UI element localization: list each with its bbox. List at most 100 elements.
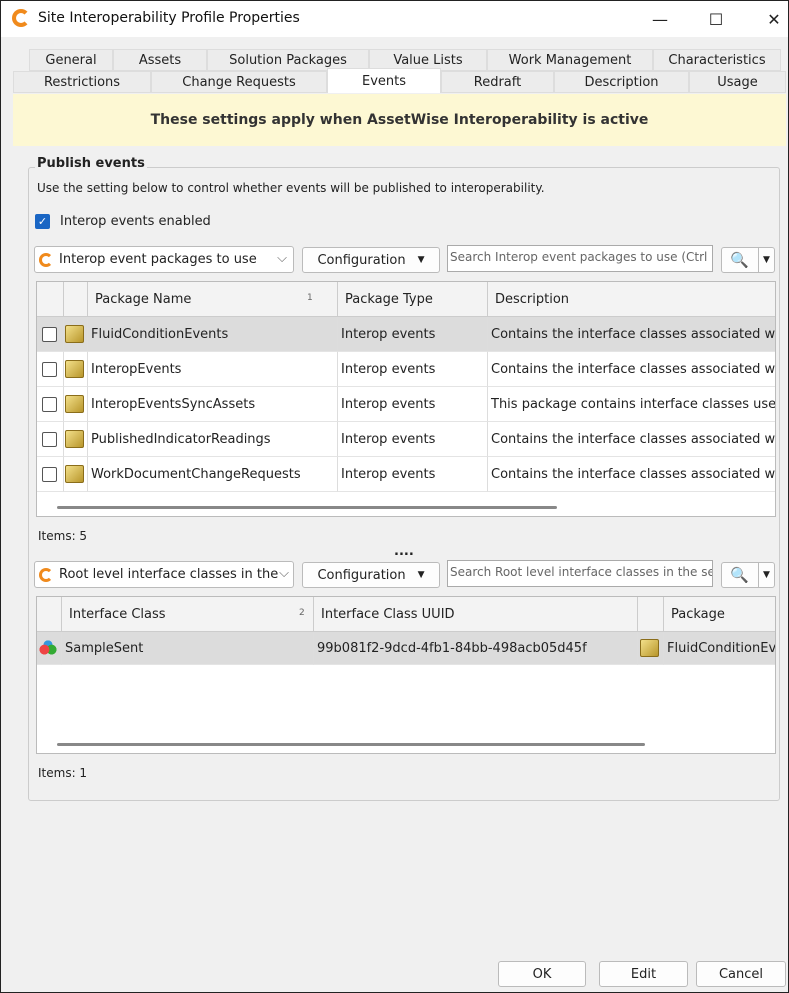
splitter-handle[interactable]: ....	[394, 544, 414, 559]
interop-enabled-checkbox[interactable]: ✓	[35, 214, 50, 229]
row-checkbox-cell[interactable]	[37, 457, 64, 492]
package-icon-cell	[64, 317, 88, 352]
interop-banner: These settings apply when AssetWise Inte…	[13, 94, 786, 146]
interface-classes-grid: Interface Class Interface Class UUID Packa…	[36, 596, 776, 754]
maximize-button[interactable]: ☐	[693, 5, 739, 33]
combo-value: Interop event packages to use	[59, 252, 257, 267]
configuration-button[interactable]: Configuration ▼	[302, 247, 440, 273]
interface-package: FluidConditionEver	[664, 632, 775, 665]
tab-usage[interactable]: Usage	[689, 71, 786, 93]
configuration-button-2[interactable]: Configuration ▼	[302, 562, 440, 588]
row-checkbox-cell[interactable]	[37, 387, 64, 422]
package-description: Contains the interface classes associate…	[488, 317, 775, 352]
search-button-2[interactable]: 🔍 ▼	[721, 562, 775, 588]
column-header[interactable]: Interface Class	[62, 597, 314, 632]
package-name[interactable]: FluidConditionEvents	[88, 317, 338, 352]
tab-events[interactable]: Events	[327, 68, 441, 93]
package-type: Interop events	[338, 422, 488, 457]
close-button[interactable]: ✕	[751, 5, 789, 33]
column-header[interactable]: Package Name	[88, 282, 338, 317]
title-bar: Site Interoperability Profile Properties…	[1, 1, 788, 37]
column-header[interactable]: Package Type	[338, 282, 488, 317]
properties-dialog: Site Interoperability Profile Properties…	[0, 0, 789, 993]
checkbox[interactable]	[42, 361, 57, 377]
interface-search-input[interactable]: Search Root level interface classes in t…	[447, 560, 713, 587]
package-type: Interop events	[338, 387, 488, 422]
button-label: Configuration	[317, 252, 406, 268]
sort-indicator: 1	[307, 293, 313, 303]
tab-redraft[interactable]: Redraft	[441, 71, 554, 93]
combo-value: Root level interface classes in the s	[59, 567, 290, 582]
package-name[interactable]: InteropEventsSyncAssets	[88, 387, 338, 422]
caret-down-icon: ▼	[417, 570, 425, 580]
package-icon	[65, 430, 84, 448]
package-name[interactable]: InteropEvents	[88, 352, 338, 387]
caret-down-icon[interactable]: ▼	[758, 563, 770, 587]
package-icon	[65, 395, 84, 413]
header-spacer	[64, 282, 88, 317]
row-checkbox-cell[interactable]	[37, 317, 64, 352]
packages-search-input[interactable]: Search Interop event packages to use (Ct…	[447, 245, 713, 272]
package-icon	[640, 639, 659, 657]
header-spacer	[638, 597, 664, 632]
package-type: Interop events	[338, 457, 488, 492]
ok-button[interactable]: OK	[498, 961, 586, 987]
tab-general[interactable]: General	[29, 49, 113, 71]
horizontal-scrollbar[interactable]	[57, 743, 645, 746]
tab-work-management[interactable]: Work Management	[487, 49, 653, 71]
publish-hint: Use the setting below to control whether…	[37, 181, 545, 195]
app-logo-icon	[12, 9, 30, 27]
checkbox[interactable]	[42, 431, 57, 447]
interface-classes-combo[interactable]: Root level interface classes in the s ⌵	[34, 561, 294, 588]
search-icon: 🔍	[730, 566, 749, 584]
search-button[interactable]: 🔍 ▼	[721, 247, 775, 273]
tab-characteristics[interactable]: Characteristics	[653, 49, 781, 71]
packages-grid: Package Name Package Type Description 1 Flui…	[36, 281, 776, 517]
checkbox[interactable]	[42, 466, 57, 482]
row-checkbox-cell[interactable]	[37, 352, 64, 387]
column-header[interactable]: Interface Class UUID	[314, 597, 638, 632]
package-description: This package contains interface classes …	[488, 387, 775, 422]
class-icon-cell	[37, 632, 62, 665]
chevron-down-icon: ⌵	[277, 251, 287, 266]
interface-class-name[interactable]: SampleSent	[62, 632, 314, 665]
package-icon-cell	[64, 352, 88, 387]
cancel-button[interactable]: Cancel	[696, 961, 786, 987]
header-spacer	[37, 282, 64, 317]
package-icon	[65, 465, 84, 483]
caret-down-icon[interactable]: ▼	[758, 248, 770, 272]
interop-enabled-label: Interop events enabled	[60, 214, 211, 229]
window-title: Site Interoperability Profile Properties	[38, 10, 300, 26]
tab-restrictions[interactable]: Restrictions	[13, 71, 151, 93]
minimize-button[interactable]: —	[637, 5, 683, 33]
package-icon	[65, 325, 84, 343]
button-label: Configuration	[317, 567, 406, 583]
tab-description[interactable]: Description	[554, 71, 689, 93]
column-header[interactable]: Description	[488, 282, 775, 317]
tab-assets[interactable]: Assets	[113, 49, 207, 71]
caret-down-icon: ▼	[417, 255, 425, 265]
column-header[interactable]: Package	[664, 597, 775, 632]
package-icon	[65, 360, 84, 378]
app-logo-icon	[39, 252, 53, 267]
header-spacer	[37, 597, 62, 632]
packages-combo[interactable]: Interop event packages to use ⌵	[34, 246, 294, 273]
package-icon-cell	[64, 457, 88, 492]
sort-indicator: 2	[299, 608, 305, 618]
row-checkbox-cell[interactable]	[37, 422, 64, 457]
edit-button[interactable]: Edit	[599, 961, 688, 987]
interface-class-uuid: 99b081f2-9dcd-4fb1-84bb-498acb05d45f	[314, 632, 638, 665]
horizontal-scrollbar[interactable]	[57, 506, 557, 509]
package-icon-cell	[64, 387, 88, 422]
package-name[interactable]: PublishedIndicatorReadings	[88, 422, 338, 457]
package-description: Contains the interface classes associate…	[488, 457, 775, 492]
package-icon-cell	[64, 422, 88, 457]
checkbox[interactable]	[42, 396, 57, 412]
package-icon-cell	[638, 632, 664, 665]
checkbox[interactable]	[42, 326, 57, 342]
app-logo-icon	[39, 567, 53, 582]
group-label: Publish events	[35, 156, 147, 171]
package-name[interactable]: WorkDocumentChangeRequests	[88, 457, 338, 492]
tab-change-requests[interactable]: Change Requests	[151, 71, 327, 93]
package-description: Contains the interface classes associate…	[488, 352, 775, 387]
